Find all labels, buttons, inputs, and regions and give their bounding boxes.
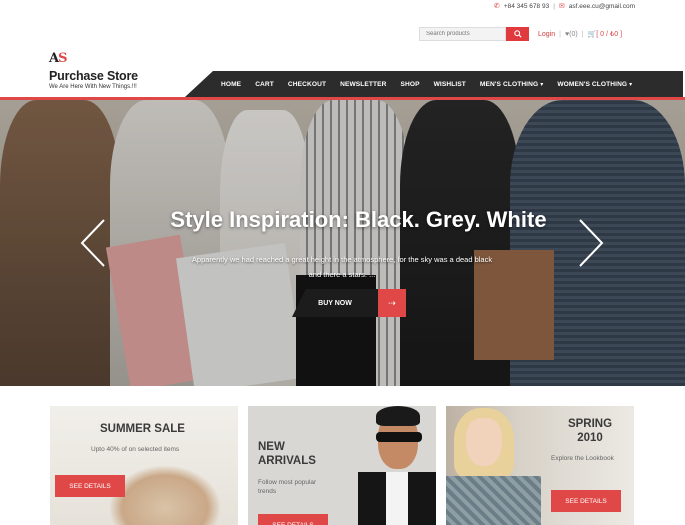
nav-item-women-s-clothing[interactable]: WOMEN'S CLOTHING ▾ xyxy=(557,81,632,88)
promo-card-spring[interactable]: SPRING 2010 Explore the Lookbook SEE DET… xyxy=(446,406,634,525)
nav-item-shop[interactable]: SHOP xyxy=(401,81,420,88)
promo-card-title-line: 2010 xyxy=(577,432,603,444)
main-nav: HOME CART CHECKOUT NEWSLETTER SHOP WISHLIST ME… xyxy=(185,71,683,97)
promo-card-subtitle: Upto 40% of on selected items xyxy=(91,446,180,453)
contact-phone[interactable]: +84 345 678 93 xyxy=(504,3,549,10)
model-hair xyxy=(376,406,420,426)
wishlist-count: (0) xyxy=(569,30,578,38)
hero-subtitle: Apparently we had reached a great height… xyxy=(172,252,512,282)
brand-name: Purchase Store xyxy=(49,69,138,83)
promo-card-summer-sale[interactable]: SUMMER SALE Upto 40% of on selected item… xyxy=(50,406,238,525)
promo-card-title: SPRING 2010 xyxy=(567,417,613,445)
cart-icon: 🛒 xyxy=(587,31,597,38)
cart-summary: [ 0 / ₺0 ] xyxy=(596,31,623,38)
hero-slider: Style Inspiration: Black. Grey. White Ap… xyxy=(0,100,685,386)
utility-separator: | xyxy=(559,30,561,38)
nav-item-checkout[interactable]: CHECKOUT xyxy=(288,81,326,88)
wishlist-link[interactable]: ♥(0) xyxy=(565,31,578,38)
model-glasses xyxy=(376,432,422,442)
utility-separator: | xyxy=(581,30,584,38)
hero-subtitle-line: and there a stars. ... xyxy=(308,270,376,279)
promo-card-subtitle: Explore the Lookbook xyxy=(551,455,614,462)
arrow-right-icon: ⇢ xyxy=(378,289,406,317)
nav-item-label: CHECKOUT xyxy=(287,80,327,88)
caret-down-icon: ▾ xyxy=(540,81,544,88)
logo-mark: AS xyxy=(49,52,138,66)
nav-item-newsletter[interactable]: NEWSLETTER xyxy=(340,81,386,88)
promo-card-image xyxy=(358,406,436,525)
promo-card-image xyxy=(446,406,541,525)
model-coat xyxy=(446,476,541,525)
nav-item-men-s-clothing[interactable]: MEN'S CLOTHING ▾ xyxy=(480,81,543,88)
contact-email[interactable]: asf.eee.cu@gmail.com xyxy=(569,3,635,10)
promo-card-title: SUMMER SALE xyxy=(100,423,185,435)
caret-down-icon: ▾ xyxy=(629,81,633,88)
nav-item-wishlist[interactable]: WISHLIST xyxy=(434,81,466,88)
promo-card-image xyxy=(110,466,220,525)
chevron-left-icon[interactable] xyxy=(80,218,106,268)
nav-item-label: HOME xyxy=(221,80,242,88)
see-details-button[interactable]: SEE DETAILS xyxy=(551,490,621,512)
hero-subtitle-line: Apparently we had reached a great height… xyxy=(191,255,493,264)
promo-card-subtitle-line: Follow most popular xyxy=(258,479,317,486)
model-face xyxy=(466,418,502,466)
nav-item-cart[interactable]: CART xyxy=(255,81,274,88)
nav-item-label: MEN'S CLOTHING xyxy=(479,80,539,88)
nav-item-label: SHOP xyxy=(400,80,420,88)
promo-card-subtitle-line: trends xyxy=(258,488,277,495)
nav-item-home[interactable]: HOME xyxy=(221,81,241,88)
see-details-button[interactable]: SEE DETAILS xyxy=(55,475,125,497)
model-shirt xyxy=(386,472,408,525)
envelope-icon: ✉ xyxy=(558,3,565,10)
logo-letter-a: A xyxy=(49,51,59,66)
search-icon xyxy=(513,30,522,38)
promo-card-title-line: NEW xyxy=(258,441,285,453)
buy-now-button[interactable]: BUY NOW ⇢ xyxy=(292,289,406,317)
brand-tagline: We Are Here With New Things.!!! xyxy=(49,84,137,90)
nav-items: HOME CART CHECKOUT NEWSLETTER SHOP WISHLIST ME… xyxy=(213,71,683,97)
promo-card-subtitle: Follow most popular trends xyxy=(258,478,316,496)
chevron-right-icon[interactable] xyxy=(578,218,604,268)
site-logo[interactable]: AS Purchase Store We Are Here With New T… xyxy=(49,52,138,91)
buy-now-label: BUY NOW xyxy=(292,289,378,317)
cart-link[interactable]: 🛒[ 0 / ₺0 ] xyxy=(588,30,623,38)
promo-card-title-line: SPRING xyxy=(567,418,613,430)
nav-item-label: CART xyxy=(255,80,274,88)
promo-card-title: NEW ARRIVALS xyxy=(258,440,316,468)
search-input[interactable] xyxy=(419,27,506,41)
utility-row: Login | ♥(0) | 🛒[ 0 / ₺0 ] xyxy=(419,27,622,41)
phone-icon: ✆ xyxy=(493,3,500,10)
nav-item-label: NEWSLETTER xyxy=(340,80,387,88)
logo-letter-s: S xyxy=(58,51,67,66)
contact-bar: ✆ +84 345 678 93 | ✉ asf.eee.cu@gmail.co… xyxy=(493,2,635,11)
contact-separator: | xyxy=(553,2,555,10)
promo-card-new-arrivals[interactable]: NEW ARRIVALS Follow most popular trends … xyxy=(248,406,436,525)
nav-item-label: WISHLIST xyxy=(433,80,466,88)
promo-card-title-line: ARRIVALS xyxy=(258,455,316,467)
search-button[interactable] xyxy=(506,27,529,41)
login-link[interactable]: Login xyxy=(538,31,555,38)
nav-item-label: WOMEN'S CLOTHING xyxy=(557,80,628,88)
see-details-button[interactable]: SEE DETAILS xyxy=(258,514,328,525)
